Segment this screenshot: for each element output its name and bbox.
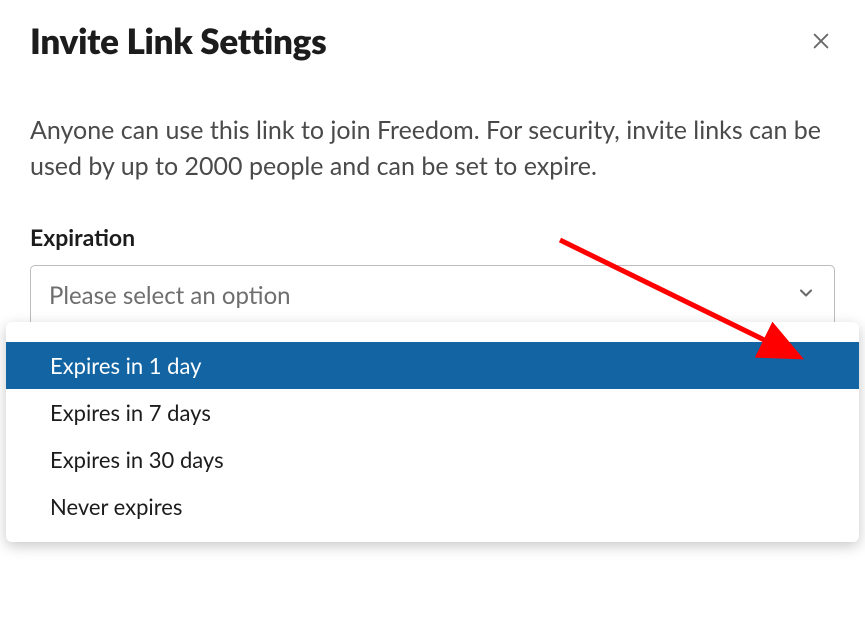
dialog-title: Invite Link Settings (30, 20, 326, 62)
expiration-dropdown: Expires in 1 day Expires in 7 days Expir… (6, 322, 859, 542)
dropdown-option[interactable]: Expires in 1 day (6, 342, 859, 389)
expiration-label: Expiration (30, 223, 835, 251)
close-icon (810, 30, 832, 52)
dropdown-option[interactable]: Expires in 30 days (6, 436, 859, 483)
expiration-select-wrapper: Please select an option Expires in 1 day… (30, 265, 835, 326)
dialog-description: Anyone can use this link to join Freedom… (30, 112, 835, 185)
expiration-placeholder: Please select an option (49, 281, 291, 310)
dropdown-option[interactable]: Never expires (6, 483, 859, 530)
dialog-header: Invite Link Settings (30, 20, 835, 62)
close-button[interactable] (807, 27, 835, 55)
dropdown-option[interactable]: Expires in 7 days (6, 389, 859, 436)
expiration-select[interactable]: Please select an option (30, 265, 835, 326)
chevron-down-icon (796, 283, 816, 307)
